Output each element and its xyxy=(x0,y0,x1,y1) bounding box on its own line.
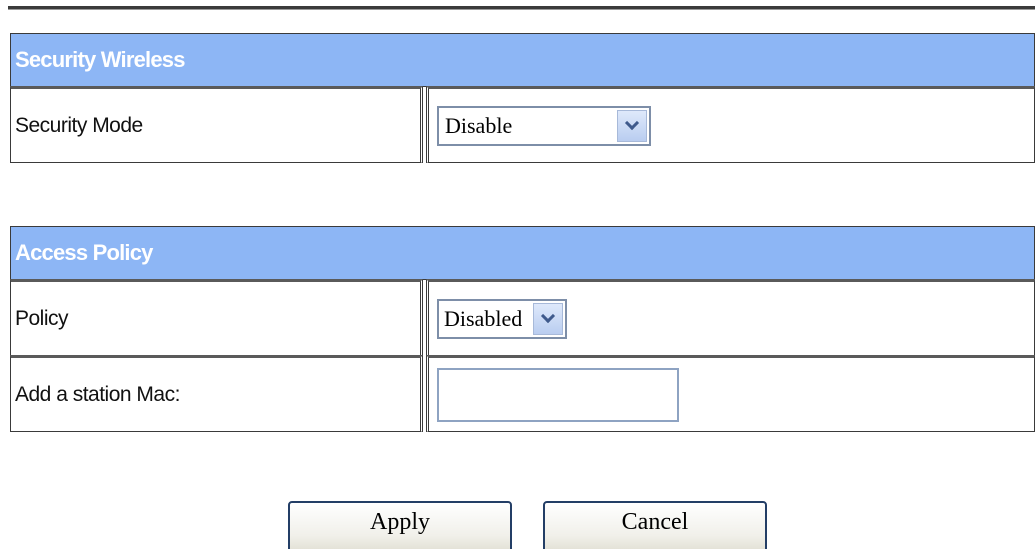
security-mode-value: Disable xyxy=(445,112,513,138)
security-mode-label: Security Mode xyxy=(10,86,423,163)
station-mac-cell xyxy=(426,355,1035,432)
policy-select[interactable]: Disabled ❯ xyxy=(437,298,567,339)
policy-cell: Disabled ❯ xyxy=(426,279,1035,356)
apply-button[interactable]: Apply xyxy=(288,501,512,549)
top-divider xyxy=(8,6,1035,10)
security-wireless-section: Security Wireless Security Mode Disable … xyxy=(10,33,1035,163)
wireless-security-page: Security Wireless Security Mode Disable … xyxy=(0,0,1035,549)
station-mac-input[interactable] xyxy=(437,367,679,422)
access-policy-header: Access Policy xyxy=(10,226,1035,280)
station-mac-label: Add a station Mac: xyxy=(10,355,423,432)
station-mac-row: Add a station Mac: xyxy=(10,355,1035,432)
chevron-down-icon[interactable]: ❯ xyxy=(533,302,563,335)
cancel-button[interactable]: Cancel xyxy=(543,501,767,549)
security-mode-cell: Disable ❯ xyxy=(426,86,1035,163)
chevron-down-icon[interactable]: ❯ xyxy=(617,109,647,142)
security-mode-row: Security Mode Disable ❯ xyxy=(10,86,1035,163)
security-mode-select[interactable]: Disable ❯ xyxy=(437,105,651,146)
policy-row: Policy Disabled ❯ xyxy=(10,279,1035,356)
policy-value: Disabled xyxy=(444,305,523,331)
security-wireless-header: Security Wireless xyxy=(10,33,1035,87)
access-policy-section: Access Policy Policy Disabled ❯ Add a st… xyxy=(10,226,1035,432)
policy-label: Policy xyxy=(10,279,423,356)
